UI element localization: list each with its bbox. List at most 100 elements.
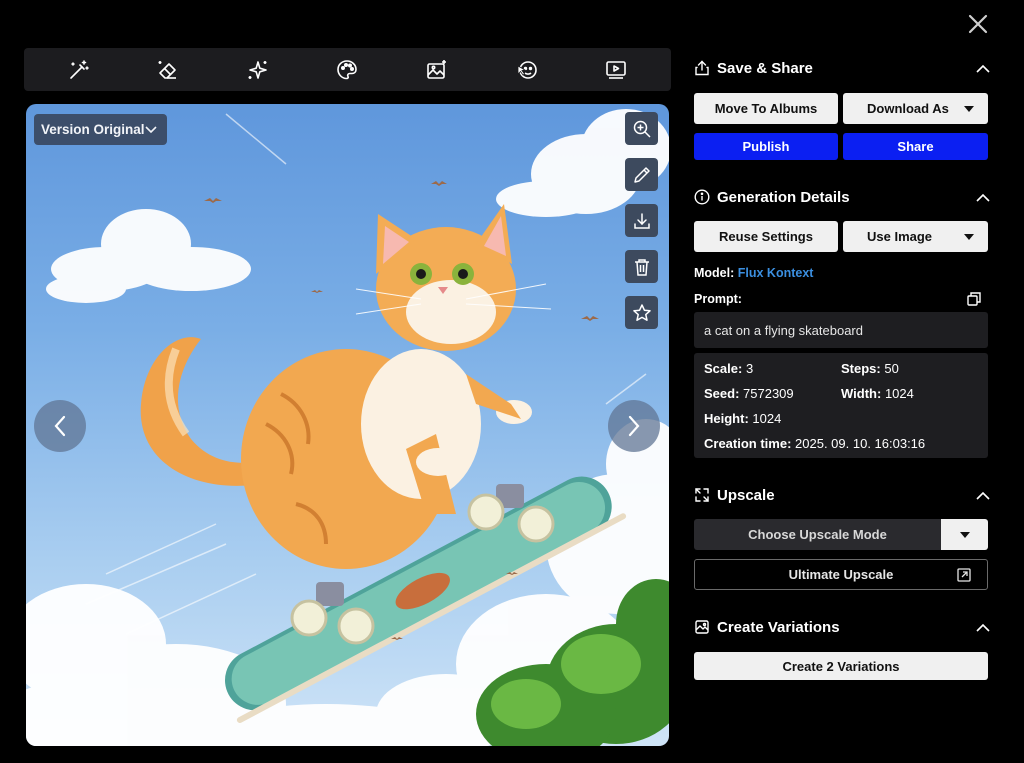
reuse-settings-button[interactable]: Reuse Settings	[694, 221, 838, 252]
ultimate-upscale-label: Ultimate Upscale	[788, 567, 894, 582]
upscale-header[interactable]: Upscale	[694, 483, 990, 507]
image-sparkle-icon	[427, 59, 447, 79]
height-value: 1024	[752, 411, 782, 426]
steps-row: Steps: 50	[841, 361, 899, 376]
chevron-left-icon	[54, 415, 66, 437]
generated-image	[26, 109, 669, 746]
seed-label: Seed:	[704, 386, 740, 401]
publish-button[interactable]: Publish	[694, 133, 838, 160]
steps-value: 50	[884, 361, 899, 376]
upscale-mode-dropdown[interactable]	[941, 519, 988, 550]
expand-icon	[695, 488, 709, 502]
close-icon	[968, 14, 988, 34]
scale-label: Scale:	[704, 361, 743, 376]
external-link-icon	[957, 568, 971, 582]
chevron-down-icon	[145, 125, 157, 133]
model-label: Model:	[694, 266, 735, 280]
save-share-title: Save & Share	[717, 59, 813, 77]
tool-eraser[interactable]	[150, 52, 186, 88]
creation-time-value: 2025. 09. 10. 16:03:16	[795, 436, 926, 451]
model-value[interactable]: Flux Kontext	[738, 266, 814, 280]
tool-image-generate[interactable]	[419, 52, 455, 88]
share-label: Share	[897, 139, 934, 154]
caret-down-icon	[964, 233, 974, 240]
download-as-label: Download As	[867, 101, 949, 116]
image-viewer: Version Original	[26, 104, 669, 746]
creation-time-label: Creation time:	[704, 436, 792, 451]
editing-toolbar	[24, 48, 671, 91]
sparkles-icon	[248, 60, 267, 79]
version-label: Version Original	[41, 122, 145, 137]
variations-title: Create Variations	[717, 618, 840, 636]
eraser-icon	[158, 60, 177, 79]
create-variations-label: Create 2 Variations	[782, 658, 900, 674]
create-variations-button[interactable]: Create 2 Variations	[694, 652, 988, 680]
caret-down-icon	[964, 105, 974, 112]
chevron-up-icon	[976, 623, 990, 632]
chevron-up-icon	[976, 64, 990, 73]
version-dropdown[interactable]: Version Original	[34, 114, 167, 145]
creation-time-row: Creation time: 2025. 09. 10. 16:03:16	[704, 436, 925, 451]
download-as-button[interactable]: Download As	[843, 93, 988, 124]
model-info: Model: Flux Kontext	[694, 266, 813, 280]
move-to-albums-button[interactable]: Move To Albums	[694, 93, 838, 124]
seed-row: Seed: 7572309	[704, 386, 794, 401]
trash-icon	[634, 258, 649, 276]
use-image-button[interactable]: Use Image	[843, 221, 988, 252]
ultimate-upscale-button[interactable]: Ultimate Upscale	[694, 559, 988, 590]
images-icon	[695, 620, 709, 634]
prompt-text: a cat on a flying skateboard	[694, 312, 988, 348]
scale-row: Scale: 3	[704, 361, 753, 376]
generation-parameters: Scale: 3 Steps: 50 Seed: 7572309 Width: …	[694, 353, 988, 458]
upscale-mode-label: Choose Upscale Mode	[694, 519, 941, 550]
chevron-up-icon	[976, 193, 990, 202]
download-icon	[633, 212, 650, 229]
generation-details-header[interactable]: Generation Details	[694, 185, 990, 209]
tool-magic-wand[interactable]	[61, 52, 97, 88]
reuse-settings-label: Reuse Settings	[719, 229, 813, 244]
upscale-mode-select[interactable]: Choose Upscale Mode	[694, 519, 988, 550]
video-icon	[606, 60, 626, 79]
move-to-albums-label: Move To Albums	[714, 101, 818, 116]
save-share-header[interactable]: Save & Share	[694, 56, 990, 80]
zoom-in-icon	[633, 120, 651, 138]
previous-image-button[interactable]	[34, 400, 86, 452]
close-button[interactable]	[962, 8, 994, 40]
download-button[interactable]	[625, 204, 658, 237]
share-button[interactable]: Share	[843, 133, 988, 160]
tool-enhance[interactable]	[240, 52, 276, 88]
tool-style[interactable]	[329, 52, 365, 88]
zoom-button[interactable]	[625, 112, 658, 145]
variations-header[interactable]: Create Variations	[694, 615, 990, 639]
height-row: Height: 1024	[704, 411, 781, 426]
face-swap-icon	[517, 60, 537, 79]
edit-button[interactable]	[625, 158, 658, 191]
info-icon	[694, 189, 710, 205]
magic-wand-icon	[69, 59, 89, 79]
image-side-tools	[625, 112, 659, 329]
chevron-right-icon	[628, 415, 640, 437]
next-image-button[interactable]	[608, 400, 660, 452]
share-upload-icon	[695, 60, 709, 76]
width-value: 1024	[884, 386, 914, 401]
chevron-up-icon	[976, 491, 990, 500]
star-icon	[632, 303, 651, 321]
prompt-label: Prompt:	[694, 292, 742, 306]
caret-down-icon	[959, 531, 970, 538]
tool-face-swap[interactable]	[509, 52, 545, 88]
upscale-title: Upscale	[717, 486, 775, 504]
height-label: Height:	[704, 411, 749, 426]
copy-icon[interactable]	[966, 291, 982, 307]
steps-label: Steps:	[841, 361, 881, 376]
publish-label: Publish	[742, 139, 790, 154]
seed-value: 7572309	[743, 386, 794, 401]
delete-button[interactable]	[625, 250, 658, 283]
pencil-icon	[633, 166, 650, 183]
width-label: Width:	[841, 386, 882, 401]
width-row: Width: 1024	[841, 386, 914, 401]
tool-video[interactable]	[598, 52, 634, 88]
use-image-label: Use Image	[867, 229, 933, 244]
scale-value: 3	[745, 361, 754, 376]
palette-icon	[337, 59, 358, 79]
favorite-button[interactable]	[625, 296, 658, 329]
